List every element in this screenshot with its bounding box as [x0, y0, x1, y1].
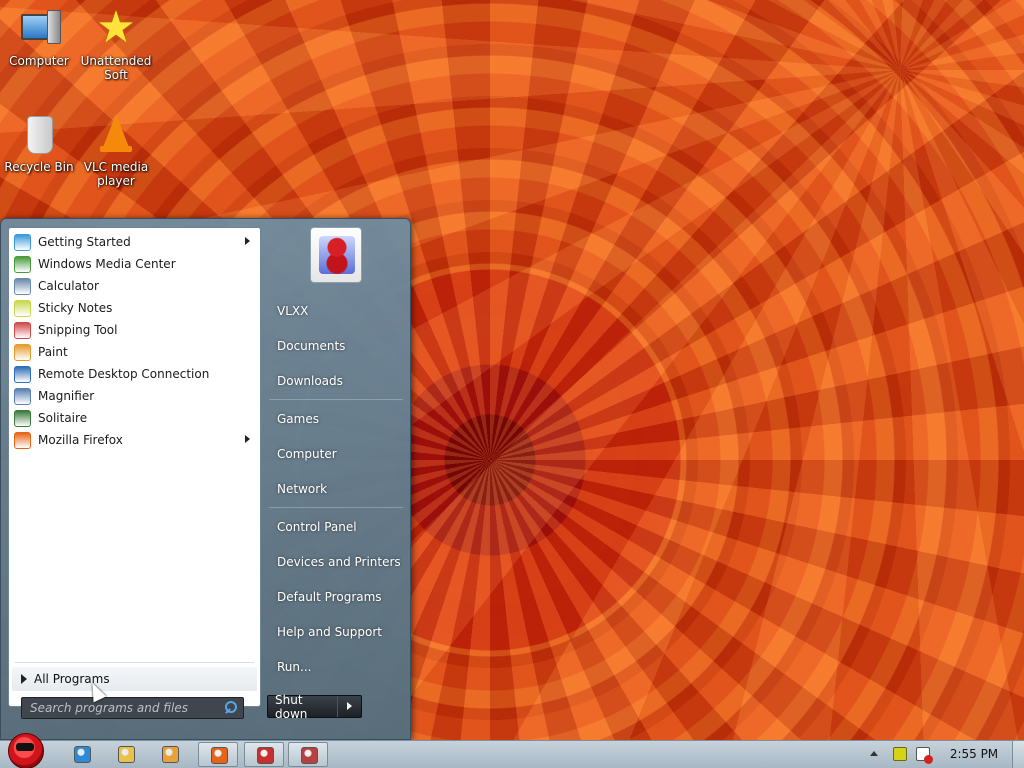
- program-item-label: Getting Started: [38, 235, 131, 249]
- shutdown-button[interactable]: Shut down: [267, 692, 362, 721]
- shutdown-label: Shut down: [275, 692, 308, 721]
- program-item-label: Mozilla Firefox: [38, 433, 123, 447]
- vlc-cone-icon: [94, 112, 138, 156]
- program-item-label: Solitaire: [38, 411, 88, 425]
- program-item[interactable]: Calculator: [9, 275, 260, 297]
- taskbar-app-button[interactable]: [106, 742, 146, 767]
- volume-muted-icon[interactable]: [916, 747, 933, 764]
- start-link-games[interactable]: Games: [267, 404, 403, 434]
- program-item[interactable]: Windows Media Center: [9, 253, 260, 275]
- firefox-icon: [14, 431, 31, 449]
- snipping-tool-icon: [14, 321, 31, 339]
- recycle-bin-icon: [17, 112, 61, 156]
- start-link-default-programs[interactable]: Default Programs: [267, 582, 403, 612]
- magnifier-icon: [14, 387, 31, 405]
- taskbar-app-button[interactable]: [198, 742, 238, 767]
- muted-badge-icon: [924, 755, 933, 764]
- start-link-devices-printers[interactable]: Devices and Printers: [267, 547, 403, 577]
- paint-icon: [14, 343, 31, 361]
- program-item-label: Magnifier: [38, 389, 95, 403]
- right-divider: [269, 399, 403, 400]
- show-hidden-icons-icon[interactable]: [870, 751, 878, 756]
- desktop-icon-label: Recycle Bin: [4, 160, 74, 174]
- remote-desktop-icon: [14, 365, 31, 383]
- desktop-icon-recycle-bin[interactable]: Recycle Bin: [1, 112, 77, 174]
- start-button[interactable]: [2, 731, 48, 768]
- search-placeholder: Search programs and files: [30, 701, 188, 715]
- start-link-control-panel[interactable]: Control Panel: [267, 512, 403, 542]
- search-input[interactable]: Search programs and files: [21, 697, 244, 719]
- shutdown-options-arrow-icon[interactable]: [337, 696, 361, 717]
- start-link-network[interactable]: Network: [267, 474, 403, 504]
- internet-explorer-icon: [74, 746, 91, 763]
- sticky-notes-icon: [14, 299, 31, 317]
- submenu-arrow-icon[interactable]: [245, 237, 250, 245]
- taskbar-app-button[interactable]: [62, 742, 102, 767]
- program-item-label: Snipping Tool: [38, 323, 118, 337]
- calculator-icon: [14, 277, 31, 295]
- taskbar-app-button[interactable]: [150, 742, 190, 767]
- desktop-icon-label: VLC media player: [83, 160, 149, 188]
- program-item[interactable]: Paint: [9, 341, 260, 363]
- start-menu-programs-pane: Getting Started Windows Media Center Calcu…: [8, 227, 261, 707]
- program-item-label: Windows Media Center: [38, 257, 176, 271]
- program-item[interactable]: Getting Started: [9, 231, 260, 253]
- search-icon[interactable]: [225, 701, 237, 713]
- taskbar-clock[interactable]: 2:55 PM: [944, 740, 1004, 767]
- program-item[interactable]: Mozilla Firefox: [9, 429, 260, 451]
- start-link-documents[interactable]: Documents: [267, 331, 403, 361]
- start-link-computer[interactable]: Computer: [267, 439, 403, 469]
- all-programs-button[interactable]: All Programs: [12, 667, 257, 691]
- desktop-icon-label: Computer: [9, 54, 69, 68]
- pinned-programs-list: Getting Started Windows Media Center Calcu…: [9, 231, 260, 451]
- program-item[interactable]: Remote Desktop Connection: [9, 363, 260, 385]
- program-item[interactable]: Solitaire: [9, 407, 260, 429]
- taskbar-app-button[interactable]: [288, 742, 328, 767]
- folder-icon: [118, 746, 135, 763]
- program-item[interactable]: Magnifier: [9, 385, 260, 407]
- right-divider: [269, 507, 403, 508]
- star-icon: ★: [96, 2, 136, 53]
- arrow-right-icon: [21, 674, 27, 684]
- user-avatar[interactable]: [310, 227, 362, 283]
- submenu-arrow-icon[interactable]: [245, 435, 250, 443]
- start-menu: Getting Started Windows Media Center Calcu…: [0, 218, 411, 740]
- program-item[interactable]: Snipping Tool: [9, 319, 260, 341]
- solitaire-icon: [14, 409, 31, 427]
- app-red-icon: [257, 747, 274, 764]
- desktop-icon-label: Unattended Soft: [80, 54, 152, 82]
- media-center-icon: [14, 255, 31, 273]
- desktop-icon-unattended-soft[interactable]: ★ Unattended Soft: [78, 2, 154, 83]
- start-link-downloads[interactable]: Downloads: [267, 366, 403, 396]
- programs-divider: [15, 662, 254, 663]
- notification-icon[interactable]: [893, 747, 907, 761]
- desktop-icon-computer[interactable]: Computer: [1, 6, 77, 68]
- firefox-icon: [211, 747, 228, 764]
- media-player-icon: [162, 746, 179, 763]
- app-bird-icon: [301, 747, 318, 764]
- desktop-icon-vlc[interactable]: VLC media player: [78, 112, 154, 188]
- start-link-run[interactable]: Run...: [267, 652, 403, 682]
- program-item-label: Sticky Notes: [38, 301, 113, 315]
- computer-icon: [17, 6, 61, 50]
- program-item-label: Remote Desktop Connection: [38, 367, 210, 381]
- show-desktop-button[interactable]: [1012, 741, 1024, 768]
- taskbar-app-button[interactable]: [244, 742, 284, 767]
- start-link-user[interactable]: VLXX: [267, 296, 403, 326]
- getting-started-icon: [14, 233, 31, 251]
- program-item-label: Paint: [38, 345, 68, 359]
- program-item-label: Calculator: [38, 279, 99, 293]
- start-link-help-support[interactable]: Help and Support: [267, 617, 403, 647]
- program-item[interactable]: Sticky Notes: [9, 297, 260, 319]
